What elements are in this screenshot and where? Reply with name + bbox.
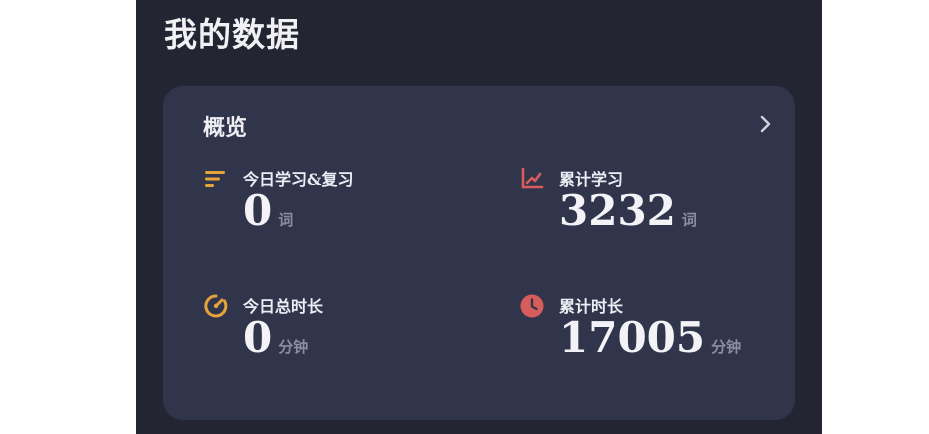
- stat-unit: 分钟: [711, 338, 742, 356]
- stat-value: 0: [243, 186, 273, 235]
- stat-unit: 词: [681, 211, 697, 229]
- overview-title: 概览: [203, 115, 248, 141]
- stat-value-row: 0词: [243, 186, 293, 235]
- clock-icon: [520, 294, 544, 318]
- stat-unit: 词: [278, 211, 294, 229]
- stat-value-row: 17005 分钟: [559, 313, 741, 362]
- stat-today-duration: 今日总时长 0 分钟: [203, 293, 463, 403]
- app-screen: 我的数据 概览 今日学习&复习 0词 累计学习 3232 词 今日总时长 0 分…: [136, 0, 822, 434]
- overview-card[interactable]: 概览 今日学习&复习 0词 累计学习 3232 词 今日总时长 0 分钟 累计时…: [163, 86, 795, 420]
- trend-chart-icon: [521, 167, 544, 189]
- stat-unit: 分钟: [278, 338, 309, 356]
- stat-value: 3232: [559, 186, 676, 235]
- page-title: 我的数据: [164, 15, 300, 54]
- stat-value-row: 0 分钟: [243, 313, 308, 362]
- stat-value: 0: [243, 313, 273, 362]
- stat-today-study: 今日学习&复习 0词: [203, 166, 463, 276]
- chevron-right-icon[interactable]: [755, 114, 775, 134]
- stat-total-study: 累计学习 3232 词: [519, 166, 779, 276]
- stat-value-row: 3232 词: [559, 186, 697, 235]
- list-lines-icon: [205, 171, 225, 187]
- stat-total-duration: 累计时长 17005 分钟: [519, 293, 779, 403]
- stat-value: 17005: [559, 313, 706, 362]
- gauge-icon: [204, 294, 228, 318]
